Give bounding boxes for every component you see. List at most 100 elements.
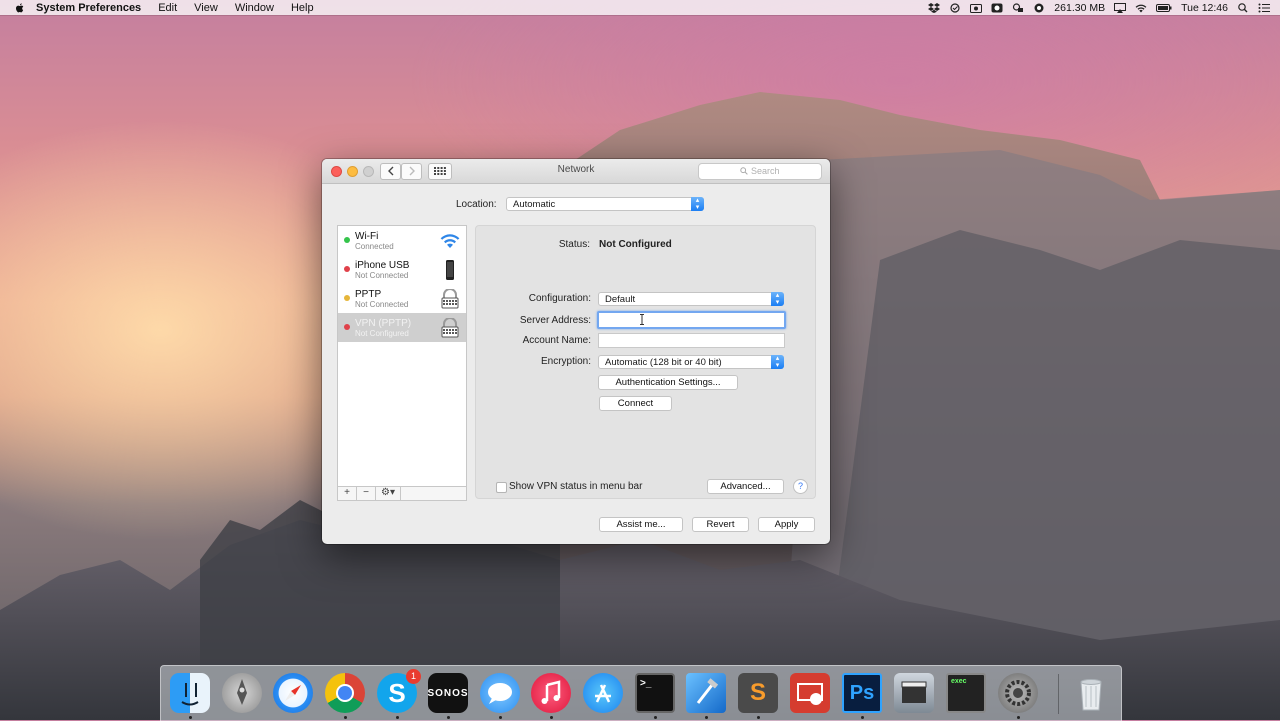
location-popup[interactable]: Automatic ▴ ▾ bbox=[506, 197, 704, 211]
list-icon[interactable] bbox=[1258, 3, 1270, 13]
server-address-label: Server Address: bbox=[519, 315, 591, 326]
add-service-button[interactable]: + bbox=[338, 487, 357, 500]
clock[interactable]: Tue 12:46 bbox=[1181, 2, 1228, 14]
menu-edit[interactable]: Edit bbox=[158, 2, 177, 14]
status-dot bbox=[344, 237, 350, 243]
speech-bubble-icon bbox=[488, 683, 512, 704]
service-name: iPhone USB bbox=[355, 260, 410, 271]
finder-face-icon bbox=[181, 683, 199, 706]
gear-icon bbox=[1005, 680, 1031, 706]
location-label: Location: bbox=[456, 199, 497, 210]
keyboard-icon[interactable] bbox=[1012, 2, 1024, 13]
help-button[interactable]: ? bbox=[793, 479, 808, 494]
search-icon[interactable] bbox=[1237, 2, 1249, 13]
remote-desktop-icon[interactable] bbox=[790, 673, 830, 713]
revert-button[interactable]: Revert bbox=[692, 517, 749, 532]
configuration-value: Default bbox=[605, 294, 636, 305]
menu-help[interactable]: Help bbox=[291, 2, 314, 14]
account-name-label: Account Name: bbox=[522, 335, 591, 346]
assist-me-button[interactable]: Assist me... bbox=[599, 517, 683, 532]
battery-icon[interactable] bbox=[1156, 3, 1172, 13]
wifi-icon[interactable] bbox=[1135, 3, 1147, 13]
wifi-icon bbox=[440, 234, 460, 248]
status-dot bbox=[344, 266, 350, 272]
show-vpn-status-label[interactable]: Show VPN status in menu bar bbox=[509, 481, 642, 492]
encryption-value: Automatic (128 bit or 40 bit) bbox=[605, 357, 722, 368]
chrome-icon[interactable] bbox=[325, 673, 365, 713]
search-field[interactable]: Search bbox=[698, 163, 822, 180]
photoshop-label: Ps bbox=[849, 681, 875, 704]
popup-arrows-icon: ▴ ▾ bbox=[771, 292, 784, 306]
messages-icon[interactable] bbox=[480, 673, 520, 713]
sync-icon[interactable] bbox=[949, 2, 961, 13]
service-list[interactable]: Wi-Fi Connected iPhone USB Not Connected… bbox=[337, 225, 467, 501]
search-placeholder: Search bbox=[750, 166, 780, 176]
sublime-text-icon[interactable]: S bbox=[738, 673, 778, 713]
running-indicator bbox=[654, 716, 657, 719]
service-vpn-pptp[interactable]: VPN (PPTP) Not Configured bbox=[338, 313, 466, 342]
status-dot bbox=[344, 324, 350, 330]
app-store-icon[interactable] bbox=[583, 673, 623, 713]
menu-app-name[interactable]: System Preferences bbox=[36, 2, 141, 14]
encryption-popup[interactable]: Automatic (128 bit or 40 bit) ▴ ▾ bbox=[598, 355, 784, 369]
menu-view[interactable]: View bbox=[194, 2, 218, 14]
console-icon[interactable]: exec bbox=[946, 673, 986, 713]
memory-icon[interactable] bbox=[1033, 3, 1045, 13]
spotlight-cloud-icon[interactable] bbox=[991, 3, 1003, 13]
show-vpn-status-checkbox[interactable] bbox=[496, 482, 507, 493]
xcode-icon[interactable] bbox=[686, 673, 726, 713]
configuration-popup[interactable]: Default ▴ ▾ bbox=[598, 292, 784, 306]
apply-button[interactable]: Apply bbox=[758, 517, 815, 532]
running-indicator bbox=[447, 716, 450, 719]
dock-separator bbox=[1058, 674, 1059, 714]
system-preferences-icon[interactable] bbox=[998, 673, 1038, 713]
popup-arrows-icon: ▴ ▾ bbox=[771, 355, 784, 369]
text-cursor-icon bbox=[640, 314, 644, 325]
memory-readout[interactable]: 261.30 MB bbox=[1054, 2, 1105, 14]
prompt-glyph: >_ bbox=[640, 678, 652, 689]
trash-can-icon bbox=[1080, 679, 1102, 711]
running-indicator bbox=[757, 716, 760, 719]
remove-service-button[interactable]: − bbox=[357, 487, 376, 500]
title-bar[interactable]: Network Search bbox=[322, 159, 830, 184]
rocket-icon bbox=[237, 679, 247, 705]
running-indicator bbox=[499, 716, 502, 719]
iphone-icon bbox=[446, 260, 454, 280]
finder-icon[interactable] bbox=[170, 673, 210, 713]
menu-window[interactable]: Window bbox=[235, 2, 274, 14]
service-wifi[interactable]: Wi-Fi Connected bbox=[338, 226, 466, 255]
final-cut-icon[interactable] bbox=[894, 673, 934, 713]
launchpad-icon[interactable] bbox=[222, 673, 262, 713]
console-glyph: exec bbox=[951, 678, 967, 685]
trash-icon[interactable] bbox=[1071, 673, 1111, 713]
terminal-icon[interactable]: >_ bbox=[635, 673, 675, 713]
skype-letter: S bbox=[388, 677, 406, 708]
running-indicator bbox=[344, 716, 347, 719]
music-note-icon bbox=[541, 680, 561, 704]
running-indicator bbox=[1017, 716, 1020, 719]
airplay-icon[interactable] bbox=[1114, 2, 1127, 13]
service-pptp[interactable]: PPTP Not Connected bbox=[338, 284, 466, 313]
status-label: Status: bbox=[558, 239, 590, 250]
safari-icon[interactable] bbox=[273, 673, 313, 713]
status-value: Not Configured bbox=[599, 239, 672, 250]
service-name: Wi-Fi bbox=[355, 231, 379, 242]
advanced-button[interactable]: Advanced... bbox=[707, 479, 784, 494]
dropbox-icon[interactable] bbox=[928, 2, 941, 13]
clapper-icon bbox=[901, 681, 927, 703]
photoshop-icon[interactable]: Ps bbox=[842, 673, 882, 713]
account-name-field[interactable] bbox=[598, 333, 785, 348]
sonos-icon[interactable]: SONOS bbox=[427, 673, 468, 713]
running-indicator bbox=[189, 716, 192, 719]
authentication-settings-button[interactable]: Authentication Settings... bbox=[598, 375, 738, 390]
camera-icon[interactable] bbox=[970, 3, 983, 13]
server-address-field[interactable] bbox=[597, 311, 786, 329]
monitor-icon bbox=[797, 683, 823, 705]
sublime-letter: S bbox=[749, 679, 766, 706]
action-menu-button[interactable]: ⚙▾ bbox=[376, 487, 401, 500]
connect-button[interactable]: Connect bbox=[599, 396, 672, 411]
service-iphone-usb[interactable]: iPhone USB Not Connected bbox=[338, 255, 466, 284]
skype-icon[interactable]: S 1 bbox=[377, 669, 421, 713]
apple-icon[interactable] bbox=[14, 2, 26, 14]
itunes-icon[interactable] bbox=[531, 673, 571, 713]
